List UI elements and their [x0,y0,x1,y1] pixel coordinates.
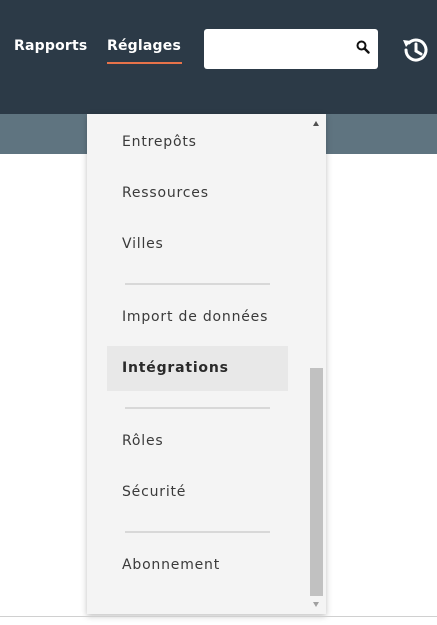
menu-item-integrations[interactable]: Intégrations [107,346,288,391]
search-icon[interactable] [356,40,370,54]
menu-divider [125,407,270,409]
scrollbar-thumb[interactable] [310,368,323,596]
menu-item-villes[interactable]: Villes [107,222,288,267]
menu-divider [125,531,270,533]
settings-dropdown-menu: Entrepôts Ressources Villes Import de do… [87,114,326,614]
nav-link-settings[interactable]: Réglages [107,38,181,54]
menu-item-import-de-donnees[interactable]: Import de données [107,295,288,340]
active-nav-underline [107,62,182,64]
content-divider [0,616,437,617]
nav-link-reports[interactable]: Rapports [14,38,87,54]
search-input[interactable] [204,29,378,69]
menu-item-securite[interactable]: Sécurité [107,470,288,515]
menu-item-entrepots[interactable]: Entrepôts [107,120,288,165]
menu-item-ressources[interactable]: Ressources [107,171,288,216]
menu-item-abonnement[interactable]: Abonnement [107,543,288,588]
history-icon[interactable] [400,34,432,66]
menu-divider [125,283,270,285]
menu-item-roles[interactable]: Rôles [107,419,288,464]
top-navigation-bar: Rapports Réglages [0,0,437,114]
scroll-up-arrow-icon[interactable] [313,121,319,126]
scroll-down-arrow-icon[interactable] [313,602,319,607]
